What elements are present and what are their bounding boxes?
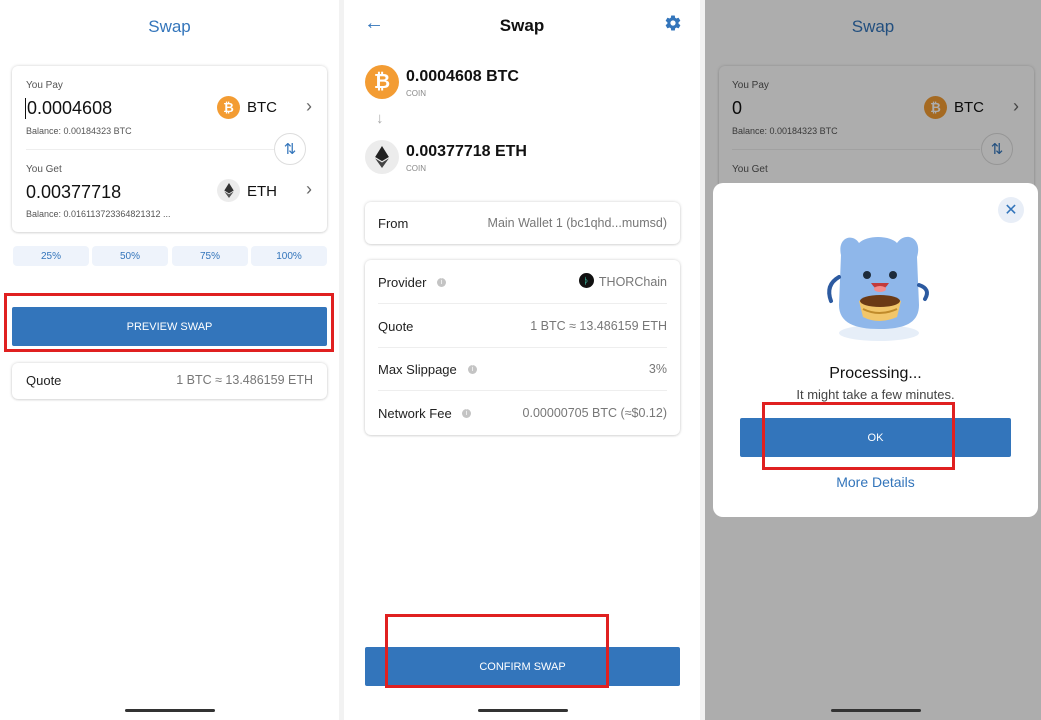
percent-75-button[interactable]: 75% bbox=[172, 246, 248, 266]
you-get-label: You Get bbox=[26, 164, 62, 175]
you-get-coin-symbol[interactable]: ETH bbox=[247, 183, 277, 200]
bitcoin-icon: ₿ bbox=[365, 65, 399, 99]
info-icon[interactable]: i bbox=[468, 365, 477, 374]
from-value: Main Wallet 1 (bc1qhd...mumsd) bbox=[487, 216, 667, 230]
home-indicator[interactable] bbox=[125, 709, 215, 712]
percent-100-button[interactable]: 100% bbox=[251, 246, 327, 266]
from-label: From bbox=[378, 216, 409, 231]
percent-25-button[interactable]: 25% bbox=[13, 246, 89, 266]
home-indicator[interactable] bbox=[478, 709, 568, 712]
ethereum-icon[interactable] bbox=[217, 179, 240, 202]
quote-value: 1 BTC ≈ 13.486159 ETH bbox=[530, 319, 667, 333]
thorchain-icon: ᚦ bbox=[579, 273, 594, 288]
modal-title: Processing... bbox=[829, 365, 922, 382]
swap-screen-processing: Swap You Pay 0 Balance: 0.00184323 BTC ₿… bbox=[705, 0, 1041, 720]
you-pay-balance: Balance: 0.00184323 BTC bbox=[26, 126, 132, 136]
swap-form-card: You Pay 0.0004608 Balance: 0.00184323 BT… bbox=[12, 66, 327, 232]
quote-label: Quote bbox=[378, 319, 414, 334]
you-get-balance: Balance: 0.016113723364821312 ... bbox=[26, 209, 171, 219]
chevron-right-icon[interactable]: › bbox=[306, 96, 312, 117]
divider bbox=[378, 390, 667, 391]
home-indicator[interactable] bbox=[831, 709, 921, 712]
close-icon[interactable]: ✕ bbox=[998, 197, 1024, 223]
provider-value: THORChain bbox=[598, 275, 667, 289]
chevron-right-icon[interactable]: › bbox=[306, 179, 312, 200]
bitcoin-icon[interactable]: ₿ bbox=[217, 96, 240, 119]
swap-screen-input: Swap You Pay 0.0004608 Balance: 0.001843… bbox=[0, 0, 339, 720]
highlight-box bbox=[4, 293, 334, 352]
swap-screen-confirm: ← Swap ₿ 0.0004608 BTC COIN ↓ 0.00377718… bbox=[344, 0, 700, 720]
network-fee-value: 0.00000705 BTC (≈$0.12) bbox=[522, 406, 667, 420]
page-title: Swap bbox=[148, 17, 191, 36]
more-details-link[interactable]: More Details bbox=[713, 474, 1038, 490]
you-pay-input[interactable]: 0.0004608 bbox=[25, 98, 112, 119]
you-pay-label: You Pay bbox=[26, 80, 63, 91]
arrow-down-icon: ↓ bbox=[376, 110, 384, 127]
highlight-box bbox=[762, 402, 955, 470]
you-pay-coin-symbol[interactable]: BTC bbox=[247, 99, 277, 116]
info-icon[interactable]: i bbox=[462, 409, 471, 418]
mascot-illustration bbox=[819, 225, 939, 350]
quote-label: Quote bbox=[26, 373, 62, 388]
ethereum-icon bbox=[365, 140, 399, 174]
quote-value: 1 BTC ≈ 13.486159 ETH bbox=[176, 373, 313, 387]
modal-subtitle: It might take a few minutes. bbox=[796, 387, 955, 402]
info-icon[interactable]: i bbox=[437, 278, 446, 287]
from-type: COIN bbox=[406, 89, 426, 98]
slippage-label: Max Slippage bbox=[378, 362, 457, 377]
you-get-input[interactable]: 0.00377718 bbox=[26, 182, 121, 203]
divider bbox=[378, 303, 667, 304]
gear-icon[interactable] bbox=[664, 14, 682, 37]
divider bbox=[378, 347, 667, 348]
divider bbox=[26, 149, 274, 150]
processing-modal: ✕ Processing... It might take a few minu… bbox=[713, 183, 1038, 517]
from-amount: 0.0004608 BTC bbox=[406, 68, 519, 85]
highlight-box bbox=[385, 614, 609, 688]
to-amount: 0.00377718 ETH bbox=[406, 143, 527, 160]
percent-50-button[interactable]: 50% bbox=[92, 246, 168, 266]
provider-label: Provider bbox=[378, 275, 427, 290]
swap-details-card: Provider i ᚦ THORChain Quote 1 BTC ≈ 13.… bbox=[365, 260, 680, 435]
swap-direction-icon[interactable]: ⇅ bbox=[274, 133, 306, 165]
slippage-value: 3% bbox=[648, 362, 667, 376]
page-title: Swap bbox=[499, 16, 545, 35]
to-type: COIN bbox=[406, 164, 426, 173]
quote-card: Quote 1 BTC ≈ 13.486159 ETH bbox=[12, 363, 327, 399]
network-fee-label: Network Fee bbox=[378, 406, 452, 421]
from-wallet-card: From Main Wallet 1 (bc1qhd...mumsd) bbox=[365, 202, 680, 244]
